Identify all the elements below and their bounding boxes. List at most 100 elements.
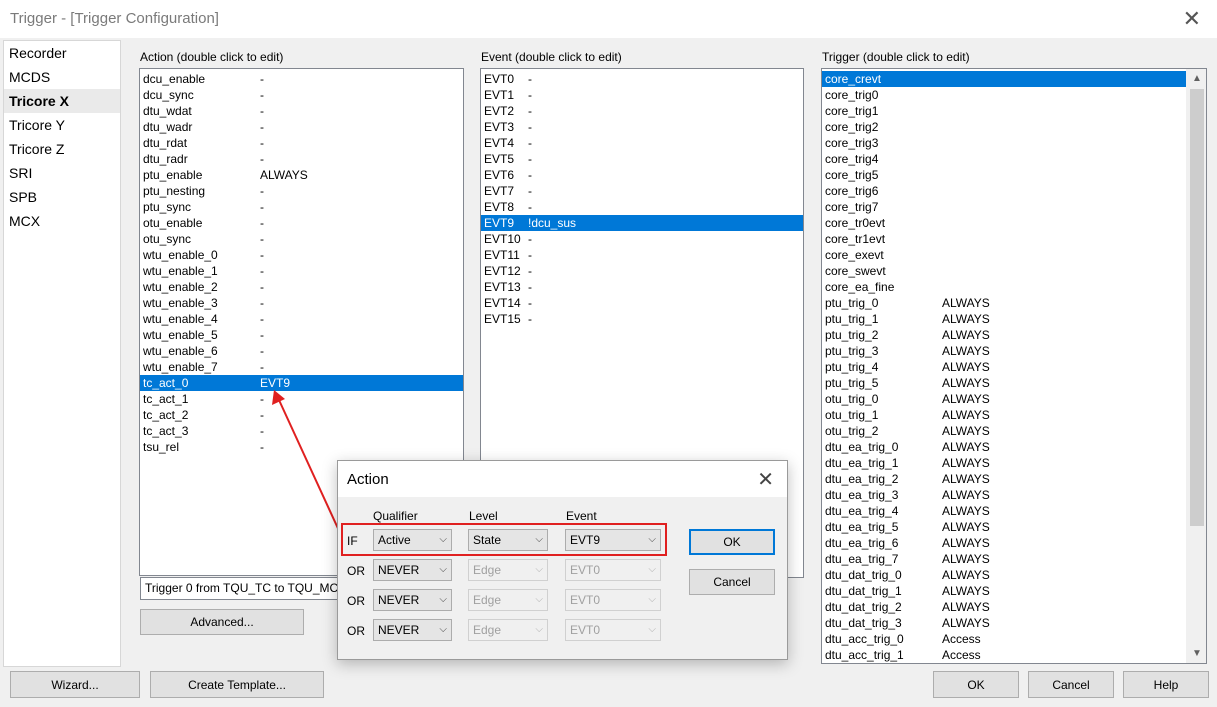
list-row[interactable]: tc_act_2 - — [140, 407, 463, 423]
advanced-button[interactable]: Advanced... — [140, 609, 304, 635]
list-row[interactable]: wtu_enable_6 - — [140, 343, 463, 359]
cancel-button[interactable]: Cancel — [1028, 671, 1114, 698]
scroll-down-icon[interactable]: ▼ — [1187, 645, 1206, 662]
dialog-close-icon[interactable]: ✕ — [757, 467, 774, 492]
list-row[interactable]: ptu_sync - — [140, 199, 463, 215]
event-select[interactable]: EVT9 ⌵ — [565, 529, 661, 551]
scroll-up-icon[interactable]: ▲ — [1187, 70, 1206, 87]
list-row[interactable]: EVT9 !dcu_sus — [481, 215, 803, 231]
list-row[interactable]: EVT15- — [481, 311, 803, 327]
list-row[interactable]: wtu_enable_2 - — [140, 279, 463, 295]
list-row[interactable]: dtu_acc_trig_0 Access — [822, 631, 1186, 647]
list-row[interactable]: otu_sync - — [140, 231, 463, 247]
list-row[interactable]: tc_act_0 EVT9 — [140, 375, 463, 391]
list-row[interactable]: dtu_ea_trig_3 ALWAYS — [822, 487, 1186, 503]
list-row[interactable]: otu_trig_2 ALWAYS — [822, 423, 1186, 439]
sidebar-item[interactable]: Recorder — [4, 41, 120, 65]
list-row[interactable]: ptu_enable ALWAYS — [140, 167, 463, 183]
list-row[interactable]: otu_enable - — [140, 215, 463, 231]
list-row[interactable]: dtu_ea_trig_4 ALWAYS — [822, 503, 1186, 519]
list-row[interactable]: dtu_ea_trig_2 ALWAYS — [822, 471, 1186, 487]
sidebar-item[interactable]: Tricore Y — [4, 113, 120, 137]
list-row[interactable]: dcu_sync - — [140, 87, 463, 103]
close-icon[interactable]: ✕ — [1183, 6, 1201, 32]
sidebar-item[interactable]: SPB — [4, 185, 120, 209]
list-row[interactable]: dtu_dat_trig_3 ALWAYS — [822, 615, 1186, 631]
list-row[interactable]: EVT5- — [481, 151, 803, 167]
list-row[interactable]: core_trig7 — [822, 199, 1186, 215]
list-row[interactable]: wtu_enable_1 - — [140, 263, 463, 279]
list-row[interactable]: ptu_trig_2 ALWAYS — [822, 327, 1186, 343]
list-row[interactable]: EVT14- — [481, 295, 803, 311]
list-row[interactable]: dtu_rdat - — [140, 135, 463, 151]
list-row[interactable]: core_trig3 — [822, 135, 1186, 151]
qualifier-select[interactable]: Active ⌵ — [373, 529, 452, 551]
list-row[interactable]: EVT11- — [481, 247, 803, 263]
sidebar-item[interactable]: MCDS — [4, 65, 120, 89]
list-row[interactable]: ptu_trig_4 ALWAYS — [822, 359, 1186, 375]
list-row[interactable]: core_trig2 — [822, 119, 1186, 135]
sidebar-item[interactable]: MCX — [4, 209, 120, 233]
list-row[interactable]: core_tr1evt — [822, 231, 1186, 247]
list-row[interactable]: EVT0- — [481, 71, 803, 87]
sidebar-item[interactable]: Tricore X — [4, 89, 120, 113]
qualifier-select[interactable]: NEVER ⌵ — [373, 619, 452, 641]
ok-button[interactable]: OK — [933, 671, 1019, 698]
list-row[interactable]: dtu_dat_trig_1 ALWAYS — [822, 583, 1186, 599]
list-row[interactable]: ptu_trig_0 ALWAYS — [822, 295, 1186, 311]
list-row[interactable]: EVT8- — [481, 199, 803, 215]
list-row[interactable]: core_trig1 — [822, 103, 1186, 119]
list-row[interactable]: core_trig4 — [822, 151, 1186, 167]
list-row[interactable]: dtu_dat_trig_2 ALWAYS — [822, 599, 1186, 615]
list-row[interactable]: core_tr0evt — [822, 215, 1186, 231]
list-row[interactable]: ptu_trig_5 ALWAYS — [822, 375, 1186, 391]
list-row[interactable]: core_crevt — [822, 71, 1186, 87]
create-template-button[interactable]: Create Template... — [150, 671, 324, 698]
sidebar-item[interactable]: SRI — [4, 161, 120, 185]
list-row[interactable]: core_trig0 — [822, 87, 1186, 103]
list-row[interactable]: dtu_acc_trig_1 Access — [822, 647, 1186, 663]
list-row[interactable]: ptu_trig_3 ALWAYS — [822, 343, 1186, 359]
list-row[interactable]: tc_act_3 - — [140, 423, 463, 439]
list-row[interactable]: core_trig5 — [822, 167, 1186, 183]
list-row[interactable]: ptu_trig_1 ALWAYS — [822, 311, 1186, 327]
list-row[interactable]: dtu_ea_trig_0 ALWAYS — [822, 439, 1186, 455]
list-row[interactable]: dtu_ea_trig_7 ALWAYS — [822, 551, 1186, 567]
list-row[interactable]: dtu_ea_trig_1 ALWAYS — [822, 455, 1186, 471]
wizard-button[interactable]: Wizard... — [10, 671, 140, 698]
list-row[interactable]: tc_act_1 - — [140, 391, 463, 407]
list-row[interactable]: core_exevt — [822, 247, 1186, 263]
scroll-thumb[interactable] — [1190, 89, 1204, 526]
list-row[interactable]: EVT6- — [481, 167, 803, 183]
list-row[interactable]: EVT4- — [481, 135, 803, 151]
sidebar-item[interactable]: Tricore Z — [4, 137, 120, 161]
list-row[interactable]: dtu_radr - — [140, 151, 463, 167]
trigger-list[interactable]: core_crevt core_trig0 core_trig1 core_trig2… — [821, 68, 1207, 664]
list-row[interactable]: ptu_nesting - — [140, 183, 463, 199]
list-row[interactable]: EVT7- — [481, 183, 803, 199]
list-row[interactable]: otu_trig_1 ALWAYS — [822, 407, 1186, 423]
list-row[interactable]: EVT1- — [481, 87, 803, 103]
list-row[interactable]: dtu_ea_trig_6 ALWAYS — [822, 535, 1186, 551]
list-row[interactable]: wtu_enable_5 - — [140, 327, 463, 343]
list-row[interactable]: EVT3- — [481, 119, 803, 135]
list-row[interactable]: dtu_wdat - — [140, 103, 463, 119]
list-row[interactable]: wtu_enable_7 - — [140, 359, 463, 375]
dialog-ok-button[interactable]: OK — [689, 529, 775, 555]
list-row[interactable]: EVT12- — [481, 263, 803, 279]
dialog-cancel-button[interactable]: Cancel — [689, 569, 775, 595]
list-row[interactable]: EVT2- — [481, 103, 803, 119]
qualifier-select[interactable]: NEVER ⌵ — [373, 559, 452, 581]
list-row[interactable]: dtu_ea_trig_5 ALWAYS — [822, 519, 1186, 535]
level-select[interactable]: State ⌵ — [468, 529, 548, 551]
list-row[interactable]: EVT10- — [481, 231, 803, 247]
list-row[interactable]: dtu_dat_trig_0 ALWAYS — [822, 567, 1186, 583]
help-button[interactable]: Help — [1123, 671, 1209, 698]
trigger-scrollbar[interactable]: ▲ ▼ — [1186, 69, 1206, 663]
qualifier-select[interactable]: NEVER ⌵ — [373, 589, 452, 611]
list-row[interactable]: core_ea_fine — [822, 279, 1186, 295]
list-row[interactable]: wtu_enable_4 - — [140, 311, 463, 327]
list-row[interactable]: core_swevt — [822, 263, 1186, 279]
list-row[interactable]: wtu_enable_0 - — [140, 247, 463, 263]
list-row[interactable]: wtu_enable_3 - — [140, 295, 463, 311]
